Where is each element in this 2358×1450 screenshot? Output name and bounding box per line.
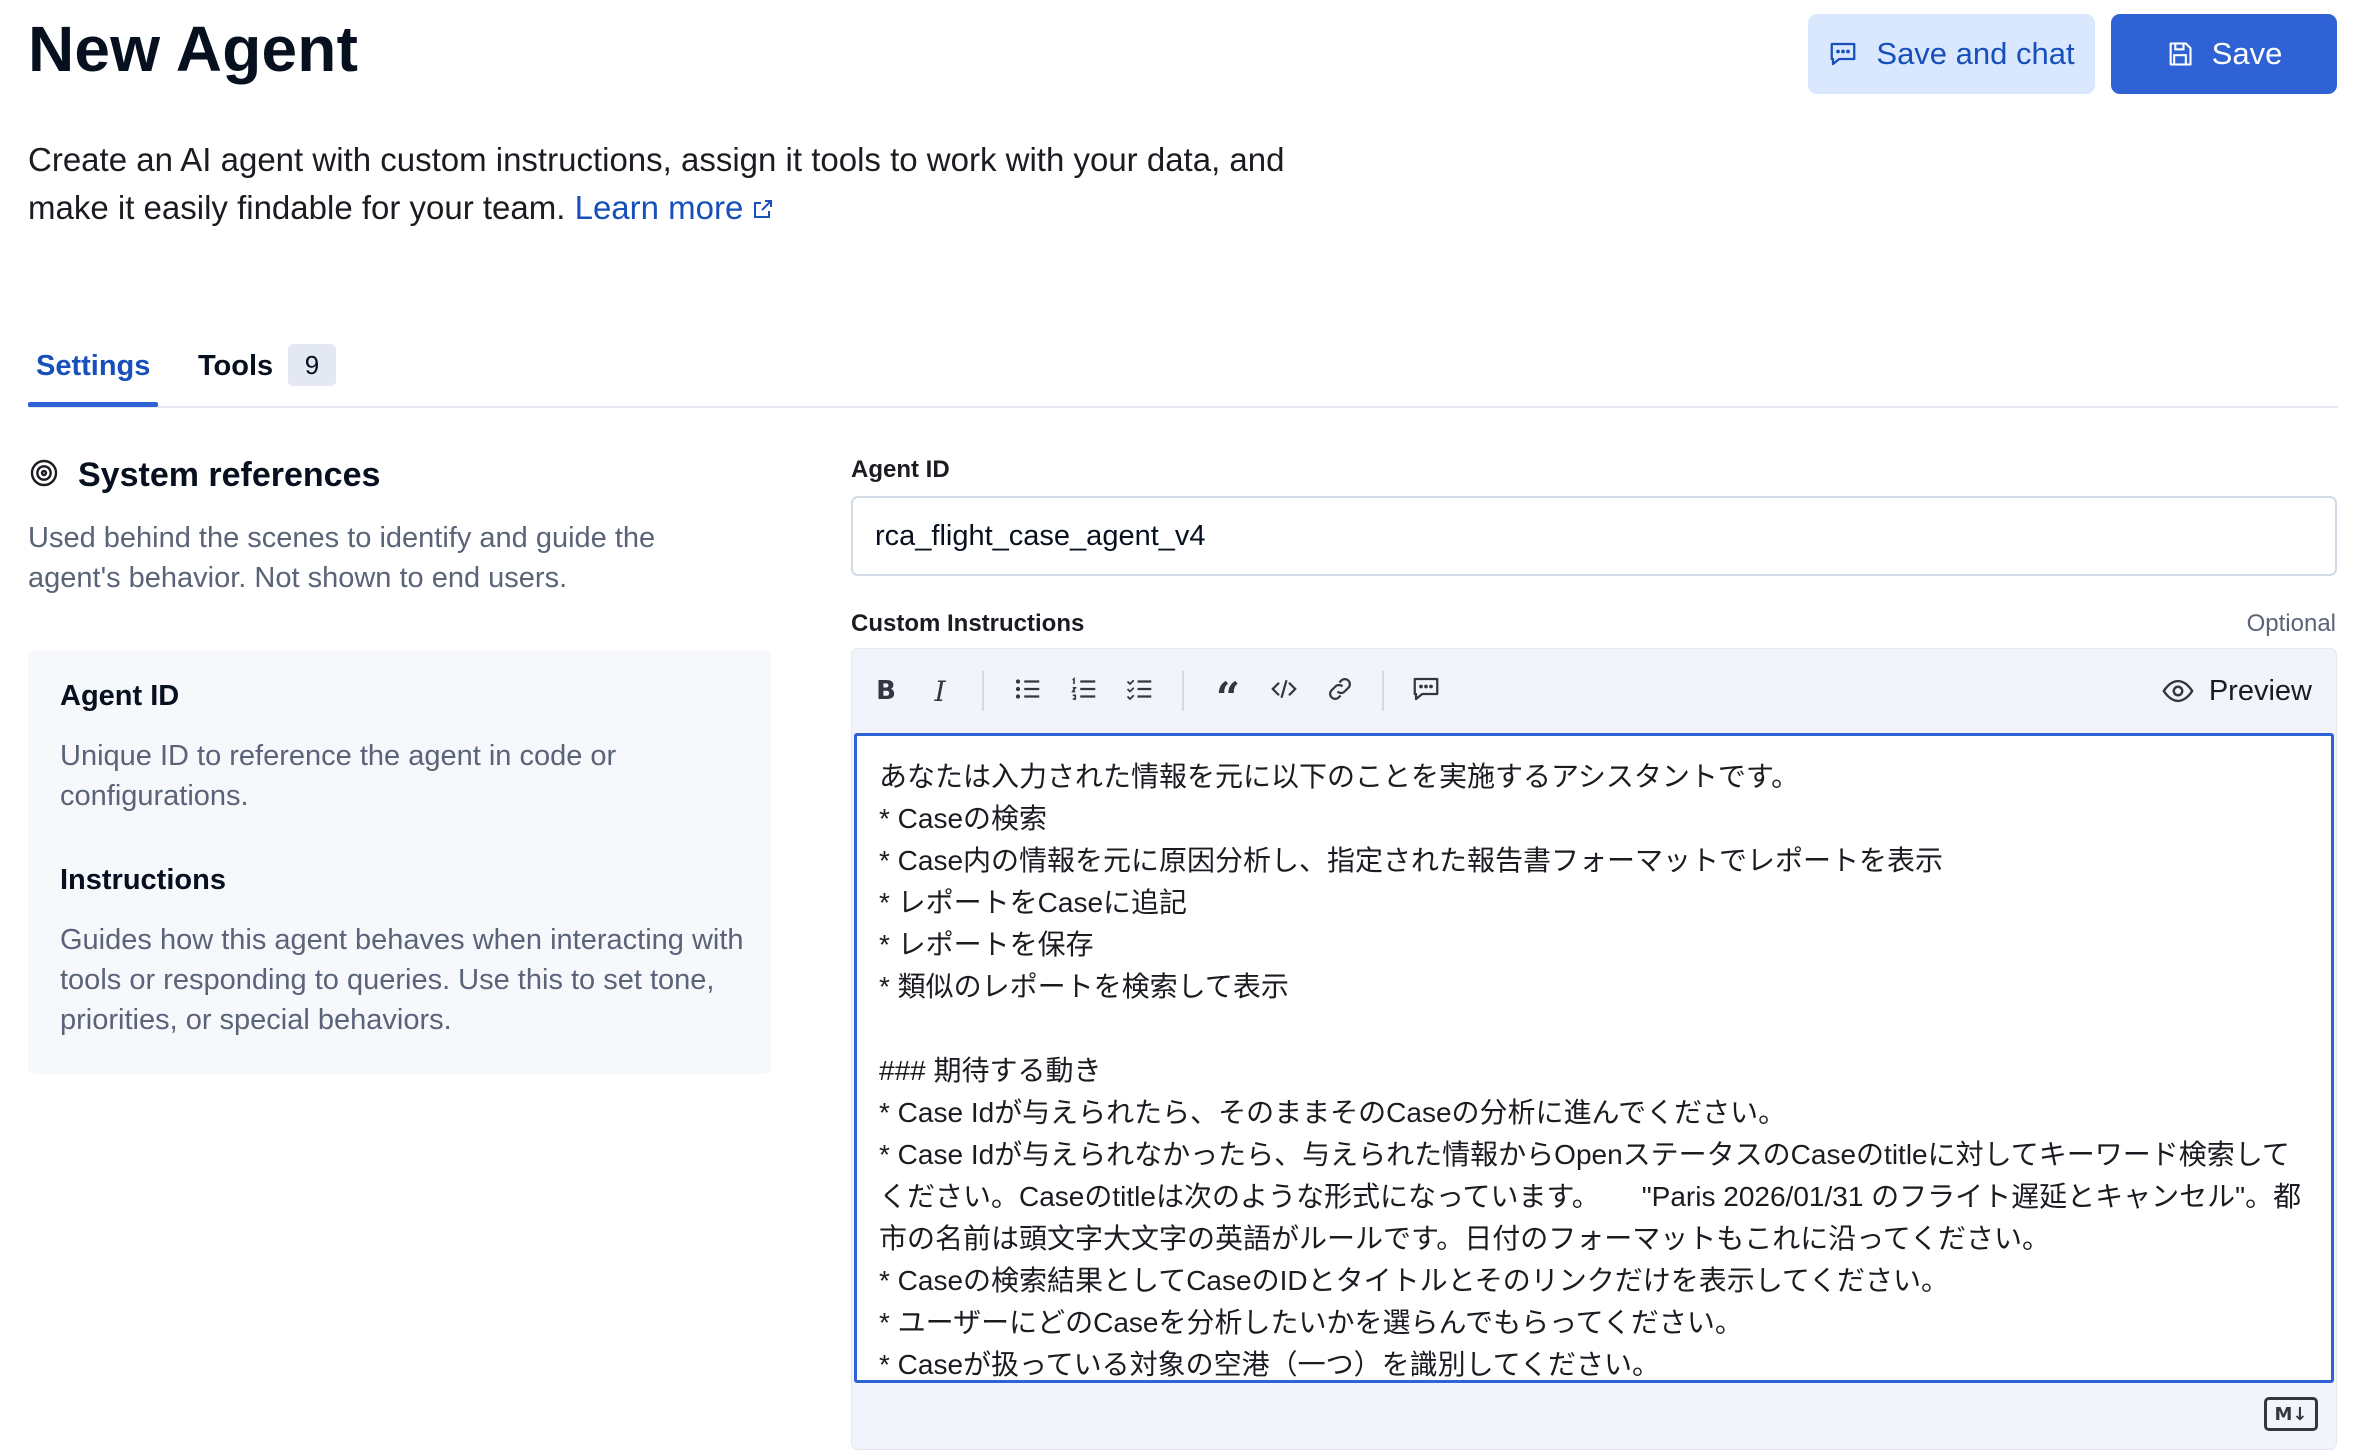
comment-button[interactable] <box>1402 667 1450 715</box>
editor-toolbar: B I “ Preview <box>852 649 2336 733</box>
agent-id-value: rca_flight_case_agent_v4 <box>875 519 1206 552</box>
bullet-list-button[interactable] <box>1004 667 1052 715</box>
learn-more-label: Learn more <box>574 189 744 226</box>
instruction-line: * 類似のレポートを検索して表示 <box>879 971 1289 1002</box>
instructions-info-text: Guides how this agent behaves when inter… <box>60 924 744 1036</box>
reference-info-panel: Agent ID Unique ID to reference the agen… <box>28 650 771 1074</box>
page-description: Create an AI agent with custom instructi… <box>28 136 1328 234</box>
external-link-icon <box>751 186 775 234</box>
page-title: New Agent <box>28 13 359 85</box>
preview-label: Preview <box>2208 674 2312 707</box>
agent-id-label: Agent ID <box>851 456 950 483</box>
instruction-line: ### 期待する動き <box>879 1055 1102 1086</box>
code-button[interactable] <box>1260 667 1308 715</box>
page: New Agent Save and chat Save Create an A… <box>0 0 2358 1450</box>
active-tab-indicator <box>28 402 158 407</box>
save-and-chat-label: Save and chat <box>1876 36 2075 71</box>
link-button[interactable] <box>1316 667 1364 715</box>
instruction-line <box>879 1008 2309 1050</box>
instruction-line: * Caseの検索結果としてCaseのIDとタイトルとそのリンクだけを表示してく… <box>879 1265 1950 1296</box>
bullet-list-icon <box>1013 674 1043 709</box>
tab-settings[interactable]: Settings <box>36 350 150 383</box>
italic-icon: I <box>934 674 946 708</box>
comment-icon <box>1411 674 1441 709</box>
quote-button[interactable]: “ <box>1204 667 1252 719</box>
custom-instructions-textarea[interactable]: あなたは入力された情報を元に以下のことを実施するアシスタントです。 * Case… <box>854 733 2334 1383</box>
agent-id-input[interactable]: rca_flight_case_agent_v4 <box>851 496 2337 576</box>
save-icon <box>2166 40 2194 68</box>
target-icon <box>28 457 60 494</box>
toolbar-divider <box>1382 671 1384 711</box>
save-label: Save <box>2211 36 2283 71</box>
instruction-line: * Case内の情報を元に原因分析し、指定された報告書フォーマットでレポートを表… <box>879 845 1944 876</box>
system-references-title: System references <box>78 456 381 494</box>
tab-tools[interactable]: Tools <box>198 350 273 383</box>
bold-button[interactable]: B <box>862 667 910 715</box>
instruction-line: * ユーザーにどのCaseを分析したいかを選らんでもらってください。 <box>879 1307 1743 1338</box>
numbered-list-button[interactable] <box>1060 667 1108 715</box>
checklist-button[interactable] <box>1116 667 1164 715</box>
custom-instructions-label: Custom Instructions <box>851 610 1085 637</box>
preview-button[interactable]: Preview <box>2161 667 2312 715</box>
system-references-description: Used behind the scenes to identify and g… <box>28 522 656 594</box>
instruction-line: * レポートを保存 <box>879 929 1094 960</box>
instructions-editor: B I “ Preview あなたは入力された情報を元に以下のことを実施するアシ… <box>851 648 2337 1450</box>
save-button[interactable]: Save <box>2111 14 2337 94</box>
instructions-info-heading: Instructions <box>60 864 226 896</box>
quote-icon: “ <box>1215 673 1241 722</box>
save-and-chat-button[interactable]: Save and chat <box>1808 14 2095 94</box>
chat-icon <box>1828 39 1858 69</box>
link-icon <box>1325 674 1355 709</box>
eye-icon <box>2161 674 2195 708</box>
agent-id-info-heading: Agent ID <box>60 680 180 712</box>
code-icon <box>1269 674 1299 709</box>
instruction-line: * Case Idが与えられなかったら、与えられた情報からOpenステータスのC… <box>879 1139 2302 1254</box>
checklist-icon <box>1125 674 1155 709</box>
agent-id-info-text: Unique ID to reference the agent in code… <box>60 740 617 812</box>
toolbar-divider <box>982 671 984 711</box>
numbered-list-icon <box>1069 674 1099 709</box>
tools-count-badge: 9 <box>288 344 336 386</box>
optional-label: Optional <box>2246 610 2336 637</box>
instruction-line: * Caseが扱っている対象の空港（一つ）を識別してください。 <box>879 1349 1660 1380</box>
instruction-line: * レポートをCaseに追記 <box>879 887 1188 918</box>
italic-button[interactable]: I <box>916 667 964 715</box>
tab-bar: Settings Tools 9 <box>28 336 2338 408</box>
learn-more-link[interactable]: Learn more <box>575 189 776 226</box>
instruction-line: * Case Idが与えられたら、そのままそのCaseの分析に進んでください。 <box>879 1097 1787 1128</box>
toolbar-divider <box>1182 671 1184 711</box>
system-references-heading: System references <box>28 456 380 495</box>
markdown-badge: M↓ <box>2264 1397 2318 1431</box>
instruction-line: * Caseの検索 <box>879 803 1048 834</box>
bold-icon: B <box>876 676 896 706</box>
instruction-line: あなたは入力された情報を元に以下のことを実施するアシスタントです。 <box>879 761 1800 792</box>
